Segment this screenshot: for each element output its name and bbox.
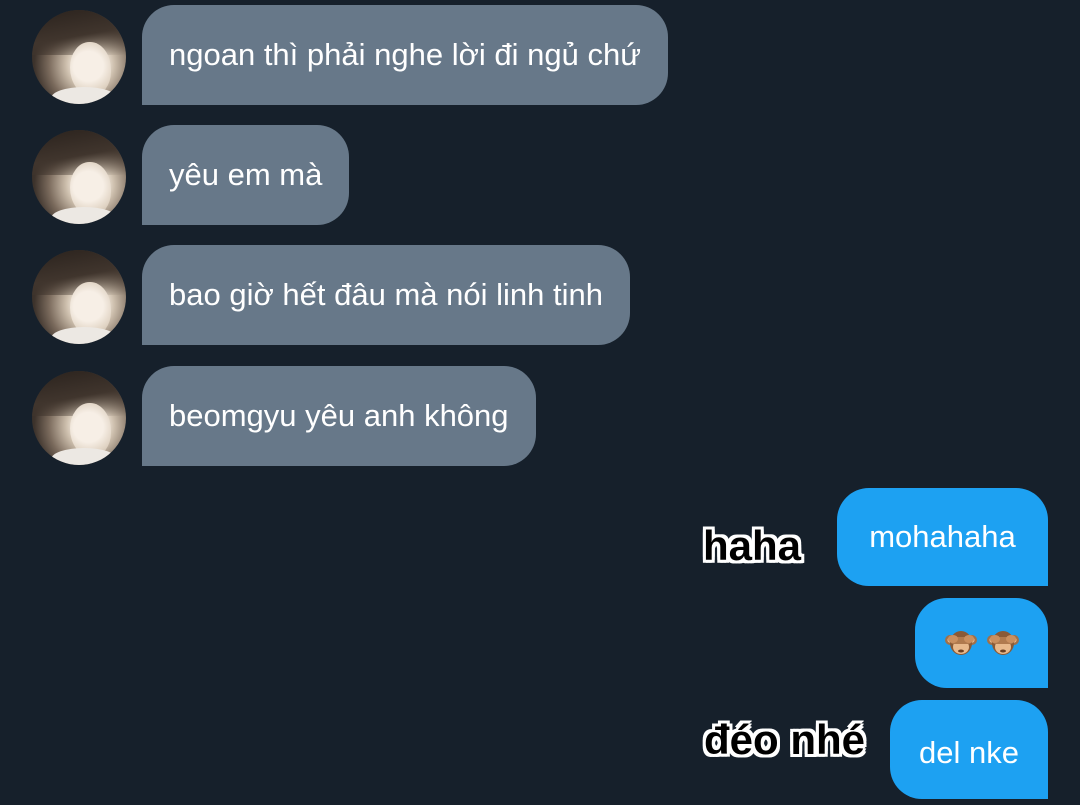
contact-avatar[interactable] xyxy=(32,130,126,224)
see-no-evil-monkey-icon xyxy=(986,628,1020,658)
message-text: beomgyu yêu anh không xyxy=(169,398,509,433)
message-text: ngoan thì phải nghe lời đi ngủ chứ xyxy=(169,37,641,72)
incoming-message-bubble[interactable]: beomgyu yêu anh không xyxy=(142,366,536,466)
contact-avatar[interactable] xyxy=(32,250,126,344)
outgoing-message-bubble[interactable] xyxy=(915,598,1048,688)
message-text: yêu em mà xyxy=(169,157,323,192)
outgoing-message-bubble[interactable]: del nke xyxy=(890,700,1048,799)
outgoing-message-bubble[interactable]: mohahaha xyxy=(837,488,1048,586)
contact-avatar[interactable] xyxy=(32,10,126,104)
message-text: mohahaha xyxy=(869,519,1016,554)
message-text: bao giờ hết đâu mà nói linh tinh xyxy=(169,277,603,312)
see-no-evil-monkey-icon xyxy=(944,628,978,658)
incoming-message-bubble[interactable]: ngoan thì phải nghe lời đi ngủ chứ xyxy=(142,5,668,105)
incoming-message-bubble[interactable]: bao giờ hết đâu mà nói linh tinh xyxy=(142,245,630,345)
overlay-caption: haha xyxy=(703,522,802,569)
incoming-message-bubble[interactable]: yêu em mà xyxy=(142,125,350,225)
message-text: del nke xyxy=(919,735,1019,770)
overlay-caption: đéo nhé xyxy=(704,716,866,763)
contact-avatar[interactable] xyxy=(32,371,126,465)
